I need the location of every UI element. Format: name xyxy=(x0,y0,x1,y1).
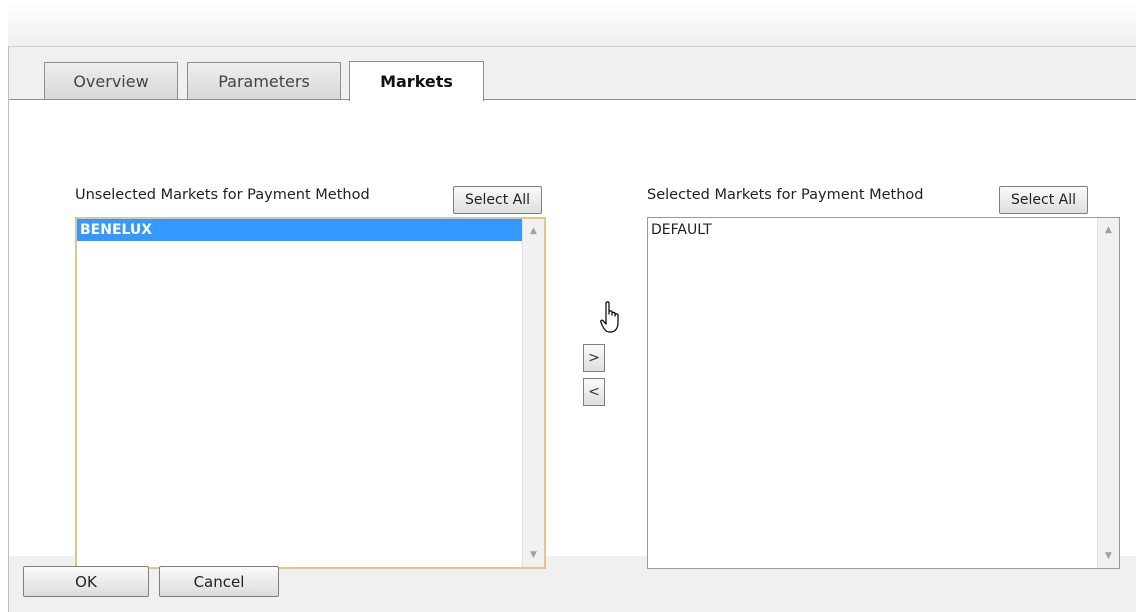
selected-select-all-button[interactable]: Select All xyxy=(999,186,1088,214)
unselected-markets-label: Unselected Markets for Payment Method xyxy=(75,187,370,203)
unselected-markets-list[interactable]: BENELUX ▲ ▼ xyxy=(75,217,546,569)
dialog-body: Overview Parameters Markets Unselected M… xyxy=(8,47,1136,612)
scroll-down-arrow-icon[interactable]: ▼ xyxy=(1098,546,1119,566)
list-item-default[interactable]: DEFAULT xyxy=(648,219,1097,241)
selected-markets-items: DEFAULT xyxy=(648,218,1097,568)
tab-strip: Overview Parameters Markets xyxy=(9,47,1136,101)
cancel-button[interactable]: Cancel xyxy=(159,566,279,597)
markets-panel: Unselected Markets for Payment Method Se… xyxy=(9,100,1136,569)
scroll-up-arrow-icon[interactable]: ▲ xyxy=(1098,220,1119,240)
unselected-select-all-button[interactable]: Select All xyxy=(453,186,542,214)
tab-parameters[interactable]: Parameters xyxy=(187,62,341,100)
ok-button[interactable]: OK xyxy=(23,566,149,597)
scroll-up-arrow-icon[interactable]: ▲ xyxy=(523,221,544,241)
list-item-benelux[interactable]: BENELUX xyxy=(77,219,522,241)
mouse-pointer-hand-icon xyxy=(600,301,619,333)
selected-markets-list[interactable]: DEFAULT ▲ ▼ xyxy=(647,217,1120,569)
tab-overview[interactable]: Overview xyxy=(44,62,178,100)
selected-list-scrollbar[interactable]: ▲ ▼ xyxy=(1097,218,1119,568)
tab-markets[interactable]: Markets xyxy=(349,61,484,101)
dialog-title-bar xyxy=(8,0,1136,47)
add-market-button[interactable]: > xyxy=(583,344,605,372)
unselected-markets-items: BENELUX xyxy=(77,219,522,567)
scroll-down-arrow-icon[interactable]: ▼ xyxy=(523,545,544,565)
unselected-list-scrollbar[interactable]: ▲ ▼ xyxy=(522,219,544,567)
selected-markets-label: Selected Markets for Payment Method xyxy=(647,187,924,203)
remove-market-button[interactable]: < xyxy=(583,378,605,406)
